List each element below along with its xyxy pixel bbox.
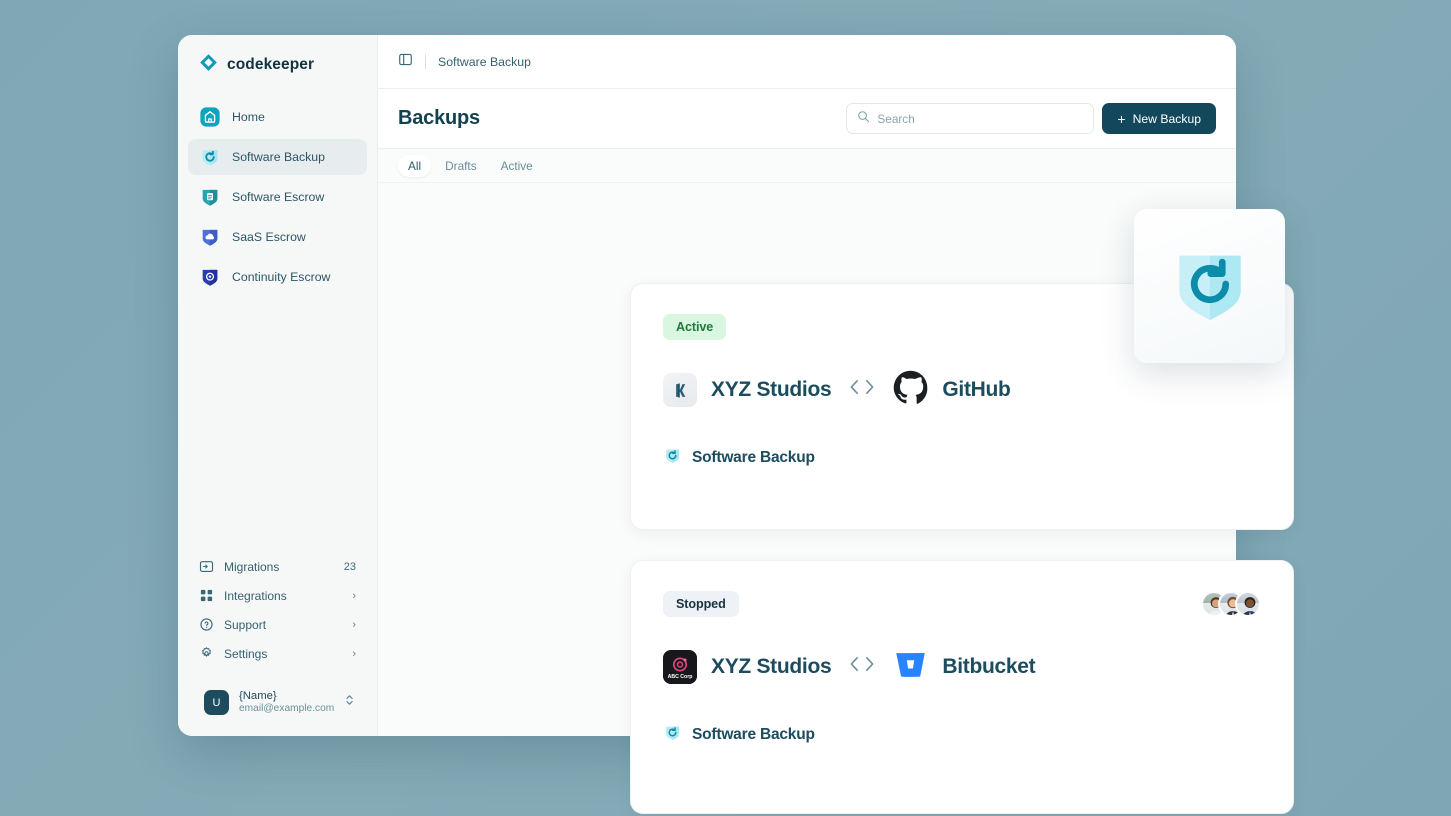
- sidebar-item-label: SaaS Escrow: [232, 230, 306, 244]
- service-label: Software Backup: [692, 449, 815, 466]
- status-badge: Stopped: [663, 591, 739, 617]
- migrations-icon: [199, 559, 214, 574]
- page-header: Backups + New Backup: [378, 89, 1236, 149]
- org-name: XYZ Studios: [711, 655, 832, 678]
- topbar: Software Backup: [378, 35, 1236, 89]
- home-shield-icon: [199, 106, 221, 128]
- diamond-logo-icon: [199, 53, 218, 77]
- backup-shield-icon: [663, 446, 682, 470]
- sidebar-item-software-escrow[interactable]: Software Escrow: [188, 179, 367, 215]
- brand[interactable]: codekeeper: [178, 35, 377, 77]
- repository-row: ABC Corp XYZ Studios Bitbucket: [663, 647, 1261, 687]
- chevron-right-icon: ›: [352, 589, 356, 602]
- backup-shield-icon: [199, 146, 221, 168]
- chevron-up-down-icon: [344, 693, 355, 712]
- search-input[interactable]: [877, 111, 1084, 126]
- sidebar-item-home[interactable]: Home: [188, 99, 367, 135]
- avatar: [1235, 591, 1261, 617]
- sidebar-item-label: Support: [224, 617, 267, 632]
- sidebar-item-support[interactable]: Support ›: [188, 611, 367, 638]
- provider-name: GitHub: [942, 378, 1011, 401]
- grid-icon: [199, 588, 214, 603]
- main-area: Software Backup Backups + New Backup: [378, 35, 1294, 814]
- new-backup-label: New Backup: [1132, 111, 1201, 126]
- xyz-studios-logo-icon: [663, 373, 697, 407]
- brand-name: codekeeper: [227, 56, 315, 73]
- tab-active[interactable]: Active: [491, 155, 543, 177]
- sidebar-item-label: Home: [232, 110, 265, 124]
- divider: [425, 54, 426, 69]
- help-circle-icon: [199, 617, 214, 632]
- member-avatars[interactable]: [1201, 591, 1261, 617]
- sidebar-item-integrations[interactable]: Integrations ›: [188, 582, 367, 609]
- sidebar-item-label: Software Backup: [232, 150, 325, 164]
- chevron-right-icon: ›: [352, 618, 356, 631]
- sidebar-item-migrations[interactable]: Migrations 23: [188, 553, 367, 580]
- provider-name: Bitbucket: [942, 655, 1036, 678]
- gear-icon: [199, 646, 214, 661]
- sidebar-toggle-icon[interactable]: [398, 52, 413, 72]
- search-field[interactable]: [846, 103, 1095, 134]
- tab-drafts[interactable]: Drafts: [435, 155, 486, 177]
- backup-shield-refresh-icon: [1164, 238, 1256, 335]
- org-name: XYZ Studios: [711, 378, 832, 401]
- search-icon: [857, 110, 870, 128]
- code-brackets-icon: [845, 377, 879, 403]
- sidebar-item-saas-escrow[interactable]: SaaS Escrow: [188, 219, 367, 255]
- filter-tabs: All Drafts Active: [378, 149, 1236, 183]
- github-icon: [893, 370, 928, 410]
- user-email: email@example.com: [239, 703, 335, 715]
- service-label: Software Backup: [692, 726, 815, 743]
- backup-shield-icon: [663, 723, 682, 747]
- migrations-count-badge: 23: [343, 560, 356, 573]
- user-info: {Name} email@example.com: [239, 689, 334, 716]
- page-title: Backups: [398, 107, 480, 129]
- sidebar-item-label: Migrations: [224, 559, 280, 574]
- code-brackets-icon: [845, 654, 879, 680]
- chevron-right-icon: ›: [352, 647, 356, 660]
- user-account-switcher[interactable]: U {Name} email@example.com: [198, 683, 357, 722]
- target-shield-icon: [199, 266, 221, 288]
- sidebar-item-label: Settings: [224, 646, 268, 661]
- sidebar-item-software-backup[interactable]: Software Backup: [188, 139, 367, 175]
- secondary-nav: Migrations 23 Integrations › Support › S…: [178, 553, 377, 736]
- sidebar-item-label: Continuity Escrow: [232, 270, 331, 284]
- avatar: U: [204, 690, 229, 716]
- service-row: Software Backup: [663, 446, 1261, 470]
- backups-list: Active XYZ Studios GitHub Software Backu…: [378, 183, 1294, 814]
- page-header-actions: + New Backup: [846, 103, 1216, 134]
- plus-icon: +: [1117, 110, 1126, 127]
- cloud-shield-icon: [199, 226, 221, 248]
- bitbucket-icon: [893, 647, 928, 687]
- tab-all[interactable]: All: [398, 154, 432, 177]
- sidebar-item-continuity-escrow[interactable]: Continuity Escrow: [188, 259, 367, 295]
- repository-row: XYZ Studios GitHub: [663, 370, 1261, 410]
- user-name: {Name}: [239, 690, 277, 703]
- sidebar-item-label: Software Escrow: [232, 190, 325, 204]
- card-header: Stopped: [663, 591, 1261, 617]
- floating-backup-tile[interactable]: [1134, 209, 1285, 363]
- sidebar: codekeeper Home Software Backup Software…: [178, 35, 378, 736]
- backup-card[interactable]: Stopped ABC Corp XYZ Studios Bitbucket S…: [630, 560, 1294, 814]
- abc-corp-logo-icon: ABC Corp: [663, 650, 697, 684]
- service-row: Software Backup: [663, 723, 1261, 747]
- app-window: codekeeper Home Software Backup Software…: [178, 35, 1294, 814]
- status-badge: Active: [663, 314, 727, 340]
- sidebar-item-settings[interactable]: Settings ›: [188, 640, 367, 667]
- svg-text:ABC Corp: ABC Corp: [668, 674, 693, 680]
- sidebar-item-label: Integrations: [224, 588, 287, 603]
- breadcrumb[interactable]: Software Backup: [438, 55, 531, 69]
- new-backup-button[interactable]: + New Backup: [1102, 103, 1216, 134]
- document-shield-icon: [199, 186, 221, 208]
- primary-nav: Home Software Backup Software Escrow Saa…: [178, 99, 377, 295]
